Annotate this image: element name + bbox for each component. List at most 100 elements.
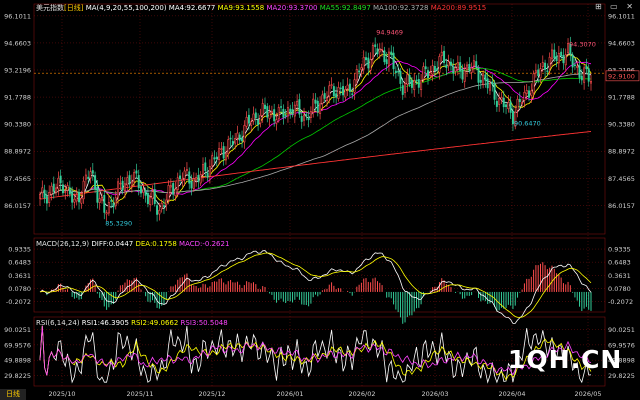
- price-tick-left: 93.2196: [4, 67, 31, 75]
- candle-body: [346, 84, 349, 89]
- macd-tick-right: 0.9335: [608, 246, 631, 254]
- period-badge[interactable]: [日线]: [64, 4, 83, 12]
- candle-body: [94, 175, 97, 190]
- candle-body: [367, 57, 370, 69]
- candle-body: [181, 179, 184, 182]
- macd-tick-left: 0.6483: [8, 259, 31, 267]
- macd-tick-right: 0.6483: [608, 259, 631, 267]
- ma200-value: MA200:89.9515: [430, 4, 487, 12]
- candle-body: [105, 212, 108, 215]
- candle-body: [250, 121, 253, 126]
- time-tick: 2026/04: [498, 390, 525, 398]
- candle-body: [348, 83, 351, 92]
- candle-body: [73, 198, 76, 203]
- price-tick-left: 90.3380: [4, 121, 31, 129]
- candle-body: [303, 114, 306, 121]
- candle-body: [477, 68, 480, 83]
- candle-body: [293, 104, 296, 117]
- candle-body: [573, 64, 576, 67]
- candle-body: [371, 45, 374, 59]
- candle-body: [580, 75, 583, 81]
- candle-body: [337, 87, 340, 99]
- candle-body: [195, 177, 198, 181]
- candle-body: [84, 174, 87, 180]
- window-controls[interactable]: ⊞ ▭ ✕: [595, 2, 636, 11]
- candle-body: [571, 54, 574, 68]
- candle-body: [158, 209, 161, 215]
- candle-body: [525, 90, 528, 94]
- candle-body: [128, 175, 131, 184]
- candle-body: [390, 51, 393, 55]
- grid-layer: [33, 3, 606, 387]
- candle-body: [151, 191, 154, 199]
- candle-body: [252, 113, 255, 122]
- candle-body: [117, 181, 120, 198]
- candle-body: [532, 73, 535, 94]
- candle-body: [505, 104, 508, 108]
- candle-body: [445, 64, 448, 69]
- candle-body: [112, 203, 115, 208]
- candle-body: [103, 195, 106, 213]
- candle-body: [468, 64, 471, 71]
- candle-body: [204, 162, 207, 171]
- candle-body: [41, 187, 44, 194]
- candle-body: [101, 197, 103, 201]
- candle-body: [452, 66, 455, 74]
- candle-body: [472, 60, 475, 67]
- candle-body: [208, 166, 211, 177]
- price-tick-right: 86.0157: [608, 202, 635, 210]
- candle-body: [71, 191, 74, 203]
- extreme-price-label: 94.3070: [569, 41, 596, 49]
- candle-body: [167, 185, 170, 201]
- candle-body: [321, 94, 324, 104]
- candle-body: [231, 140, 234, 145]
- candle-body: [427, 70, 429, 79]
- candle-body: [227, 139, 230, 154]
- candle-body: [55, 187, 58, 193]
- candle-body: [286, 107, 289, 117]
- candle-body: [185, 169, 188, 171]
- candle-body: [553, 49, 556, 59]
- macd-tick-left: 0.0780: [8, 285, 31, 293]
- candle-body: [459, 62, 462, 72]
- candle-body: [560, 51, 563, 57]
- candle-body: [328, 85, 331, 97]
- candle-body: [550, 49, 553, 60]
- candle-body: [238, 134, 241, 141]
- candle-body: [183, 170, 186, 179]
- candle-body: [218, 148, 221, 160]
- price-tick-right: 91.7788: [608, 94, 635, 102]
- candle-body: [222, 146, 225, 159]
- candle-body: [68, 187, 71, 195]
- candle-body: [342, 86, 345, 96]
- ma20-value: MA20:93.3700: [266, 4, 318, 12]
- candle-body: [229, 137, 232, 140]
- macd-tick-right: 0.0780: [608, 285, 631, 293]
- candle-body: [280, 106, 283, 108]
- candle-body: [121, 180, 124, 191]
- rsi2-value: RSI2:49.0662: [131, 319, 179, 327]
- candle-body: [284, 115, 287, 117]
- extreme-price-label: 94.9469: [376, 29, 403, 37]
- candle-body: [273, 109, 276, 122]
- candle-body: [344, 89, 347, 98]
- candle-body: [362, 56, 365, 70]
- rsi-legend: RSI(6,14,24) RSI1:46.3905 RSI2:49.0662 R…: [36, 319, 228, 328]
- candle-body: [61, 184, 64, 194]
- candle-body: [369, 59, 372, 71]
- candle-body: [277, 107, 280, 119]
- candle-body: [215, 156, 218, 160]
- period-tab[interactable]: 日线: [0, 389, 26, 400]
- candle-body: [516, 98, 519, 111]
- candle-body: [261, 103, 264, 116]
- candle-body: [546, 70, 549, 72]
- candle-body: [463, 70, 466, 82]
- candle-body: [133, 172, 136, 183]
- candle-body: [590, 81, 592, 84]
- candle-body: [78, 191, 81, 203]
- candle-body: [156, 205, 159, 215]
- price-tick-right: 90.3380: [608, 121, 635, 129]
- ma-params: MA(4,9,20,55,100,200): [85, 4, 167, 12]
- candle-body: [169, 185, 172, 188]
- candle-body: [495, 101, 498, 107]
